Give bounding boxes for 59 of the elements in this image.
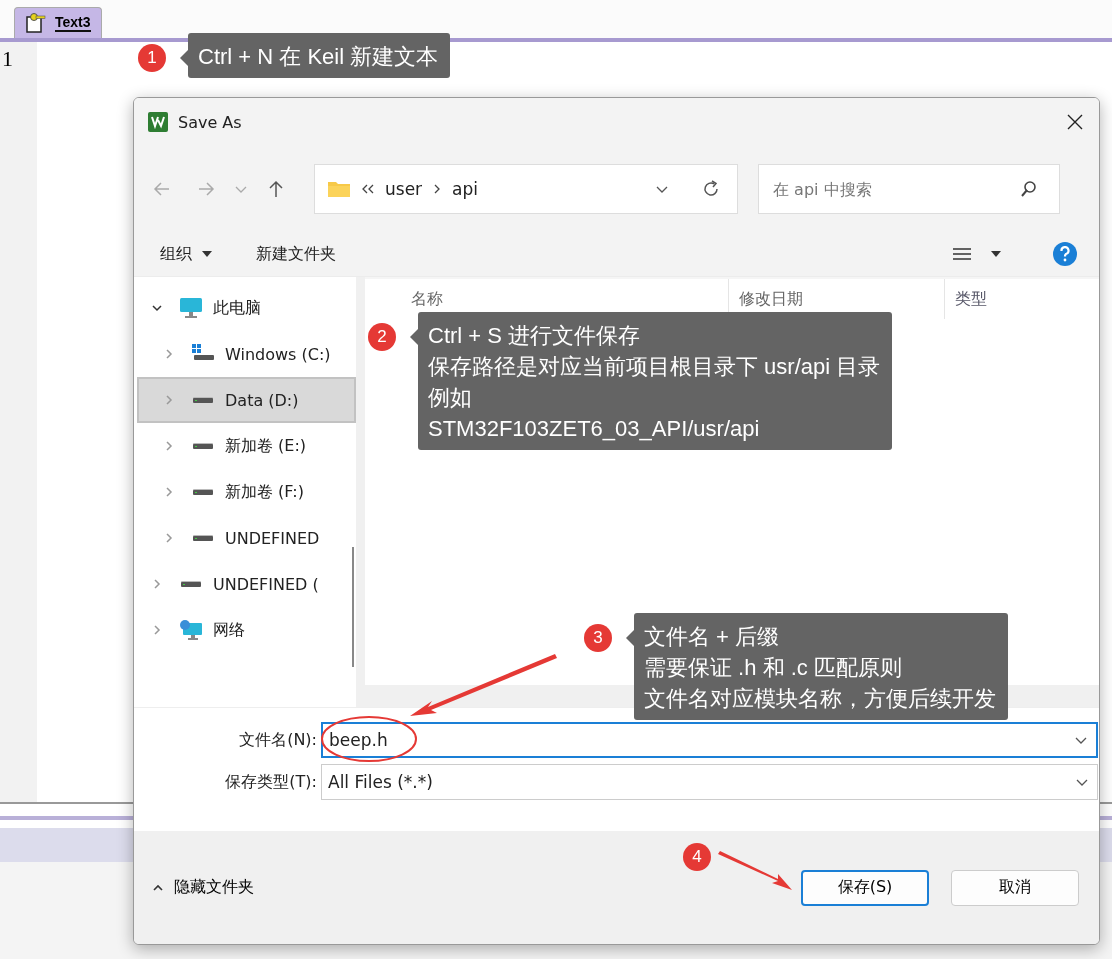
combo-field[interactable]: All Files (*.*): [321, 764, 1098, 800]
combo-field[interactable]: beep.h: [321, 722, 1098, 758]
refresh-icon[interactable]: [701, 179, 721, 199]
callout-pointer: [410, 329, 418, 345]
drive-icon: [193, 396, 213, 404]
close-icon[interactable]: [1067, 114, 1083, 130]
callout-note: Ctrl + N 在 Keil 新建文本: [188, 33, 451, 78]
tree-item[interactable]: 此电脑: [137, 285, 356, 331]
chevron-down-icon[interactable]: [151, 302, 163, 314]
tree-item[interactable]: 新加卷 (F:): [137, 469, 356, 515]
drive-icon: [193, 534, 213, 542]
field-label: 文件名(N):: [238, 729, 317, 751]
column-header[interactable]: 名称: [411, 288, 443, 310]
tree-item[interactable]: Data (D:): [137, 377, 356, 423]
organize-button[interactable]: 组织: [160, 243, 192, 265]
hide-folders-toggle[interactable]: 隐藏文件夹: [152, 877, 254, 898]
new-folder-button[interactable]: 新建文件夹: [256, 243, 336, 265]
chevron-right-icon[interactable]: [163, 348, 175, 360]
file-key-icon: [25, 12, 47, 34]
address-bar[interactable]: user api: [314, 164, 738, 214]
caret-icon[interactable]: [202, 250, 212, 258]
tree-item[interactable]: Windows (C:): [137, 331, 356, 377]
column-header[interactable]: 修改日期: [739, 288, 803, 310]
tree-item[interactable]: UNDEFINED: [137, 515, 356, 561]
chevron-right-icon[interactable]: [151, 578, 163, 590]
monitor-icon: [179, 297, 203, 319]
chevron-right-icon[interactable]: [163, 440, 175, 452]
tree-item[interactable]: UNDEFINED (: [137, 561, 356, 607]
callout-note: 文件名 + 后缀 需要保证 .h 和 .c 匹配原则 文件名对应模块名称，方便后续开发: [634, 613, 1008, 720]
breadcrumb[interactable]: user: [385, 179, 423, 199]
callout-note: Ctrl + S 进行文件保存 保存路径是对应当前项目根目录下 usr/api 目录 例如 STM32F103ZET6_03_API/usr/api: [418, 312, 893, 450]
callout-pointer: [626, 630, 634, 646]
dialog-button[interactable]: 保存(S): [801, 869, 929, 906]
field-label: 保存类型(T):: [224, 771, 317, 793]
view-list-icon[interactable]: [953, 247, 971, 261]
column-header[interactable]: 类型: [955, 288, 987, 310]
callout-pointer: [180, 50, 188, 66]
editor-tab[interactable]: Text3: [14, 7, 102, 38]
network-icon: [179, 619, 203, 641]
search-icon: [1020, 180, 1038, 198]
caret-icon[interactable]: [991, 250, 1001, 258]
window-title: Save As: [178, 112, 243, 132]
search-field[interactable]: 在 api 中搜索: [758, 164, 1060, 214]
dialog-button[interactable]: 取消: [951, 869, 1079, 906]
chevron-right-icon[interactable]: [163, 532, 175, 544]
drive-icon: [181, 580, 201, 588]
chevron-right-icon[interactable]: [151, 624, 163, 636]
help-icon[interactable]: [1053, 242, 1077, 266]
tree-item[interactable]: 网络: [137, 607, 356, 653]
step-number: 1: [138, 44, 166, 72]
tree-item[interactable]: 新加卷 (E:): [137, 423, 356, 469]
folder-icon: [327, 179, 351, 199]
app-icon: [148, 112, 168, 132]
chevron-right-icon[interactable]: [163, 486, 175, 498]
line-number: 1: [2, 46, 14, 72]
drive-icon: [193, 488, 213, 496]
drive-icon: [193, 442, 213, 450]
breadcrumb[interactable]: api: [452, 179, 479, 199]
double-chevron-icon: [361, 183, 375, 195]
